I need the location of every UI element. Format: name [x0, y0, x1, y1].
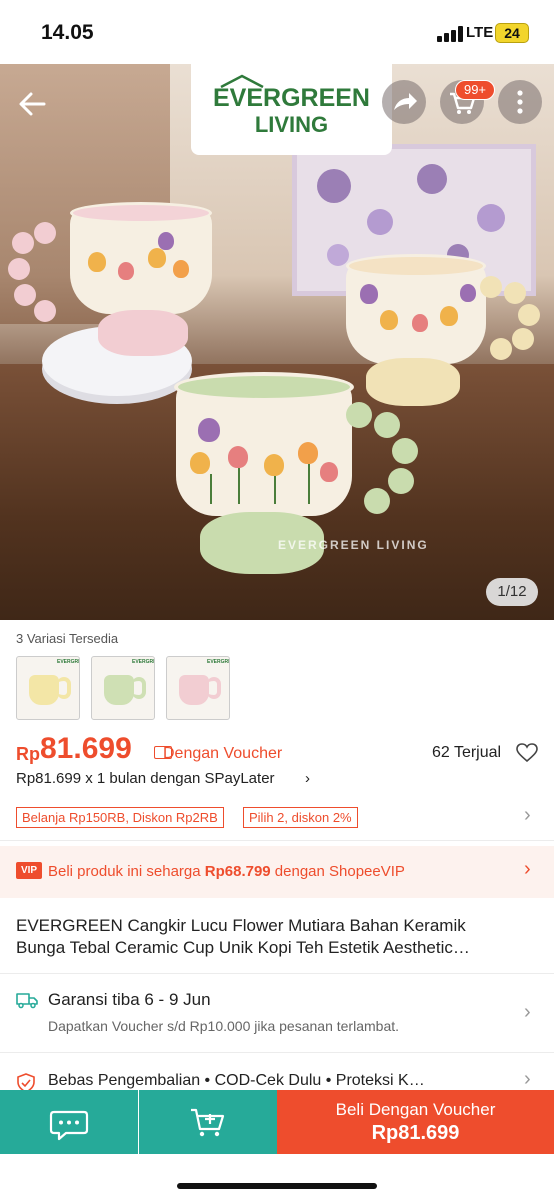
share-button[interactable] [382, 80, 426, 124]
truck-icon [16, 993, 38, 1009]
add-to-cart-button[interactable] [139, 1090, 277, 1154]
promo-tag-2[interactable]: Pilih 2, diskon 2% [243, 807, 358, 828]
chevron-right-icon: › [524, 858, 531, 880]
thumb-mug [179, 675, 209, 705]
brand-name-line2: LIVING [254, 112, 329, 137]
cart-count-badge: 99+ [455, 80, 495, 100]
shopee-vip-banner[interactable]: VIP Beli produk ini seharga Rp68.799 den… [0, 846, 554, 898]
add-cart-icon [191, 1108, 225, 1137]
thumb-logo: EVERGREEN [207, 659, 229, 665]
status-bar: 14.05 LTE 24 [0, 0, 554, 64]
vip-price: Rp68.799 [204, 863, 271, 880]
chevron-right-icon[interactable]: › [524, 804, 531, 827]
product-title-line2: Bunga Tebal Ceramic Cup Unik Kopi Teh Es… [16, 938, 470, 957]
vip-badge: VIP [16, 862, 42, 879]
price-currency: Rp [16, 744, 40, 764]
buy-price: Rp81.699 [371, 1122, 460, 1144]
brand-logo: EVERGREEN LIVING [191, 64, 392, 155]
product-image-carousel[interactable]: EVERGREEN LIVING EVERGREEN LIVING 99+ 1/… [0, 64, 554, 620]
status-time: 14.05 [41, 21, 94, 44]
more-menu-button[interactable] [498, 80, 542, 124]
thumb-handle [57, 677, 71, 699]
buy-label: Beli Dengan Voucher [335, 1100, 496, 1119]
vip-text: Beli produk ini seharga Rp68.799 dengan … [48, 863, 405, 880]
battery-icon: 24 [495, 23, 529, 43]
service-benefits[interactable]: Bebas Pengembalian • COD-Cek Dulu • Prot… [48, 1072, 518, 1090]
chevron-right-icon[interactable]: › [524, 1001, 531, 1024]
chevron-right-icon[interactable]: › [524, 1068, 531, 1091]
price-value: 81.699 [40, 732, 132, 765]
image-counter: 1/12 [486, 578, 538, 606]
chat-icon [49, 1110, 89, 1141]
variant-thumb-pink[interactable]: EVERGREEN [166, 656, 230, 720]
back-arrow-icon[interactable] [14, 86, 50, 122]
thumb-mug [29, 675, 59, 705]
divider [0, 973, 554, 974]
variant-thumb-yellow[interactable]: EVERGREEN [16, 656, 80, 720]
green-mug [170, 372, 440, 592]
chevron-right-icon: › [305, 770, 310, 787]
heart-icon[interactable] [516, 743, 538, 763]
bottom-action-bar: Beli Dengan Voucher Rp81.699 [0, 1090, 554, 1154]
variant-thumb-green[interactable]: EVERGREEN [91, 656, 155, 720]
product-title-line1: EVERGREEN Cangkir Lucu Flower Mutiara Ba… [16, 916, 466, 935]
thumb-logo: EVERGREEN [132, 659, 154, 665]
chat-button[interactable] [0, 1090, 138, 1154]
more-vertical-icon [517, 90, 523, 114]
voucher-label: Dengan Voucher [163, 745, 283, 762]
vip-text-after: dengan ShopeeVIP [270, 863, 405, 880]
image-watermark: EVERGREEN LIVING [278, 538, 429, 552]
variants-label: 3 Variasi Tersedia [16, 631, 119, 646]
pink-mug [8, 202, 218, 372]
home-indicator [177, 1183, 377, 1189]
thumb-mug [104, 675, 134, 705]
promo-tag-1[interactable]: Belanja Rp150RB, Diskon Rp2RB [16, 807, 224, 828]
thumb-handle [132, 677, 146, 699]
share-icon [394, 93, 417, 110]
spaylater-info[interactable]: Rp81.699 x 1 bulan dengan SPayLater [16, 770, 275, 787]
sold-count: 62 Terjual [432, 744, 502, 761]
thumb-logo: EVERGREEN [57, 659, 79, 665]
divider [0, 840, 554, 841]
buy-with-voucher-button[interactable]: Beli Dengan Voucher Rp81.699 [277, 1090, 554, 1154]
network-label: LTE [466, 24, 494, 41]
product-title: EVERGREEN Cangkir Lucu Flower Mutiara Ba… [16, 915, 536, 959]
divider [0, 1052, 554, 1053]
thumb-handle [207, 677, 221, 699]
shipping-voucher-note: Dapatkan Voucher s/d Rp10.000 jika pesan… [48, 1018, 400, 1034]
brand-name-line1: EVERGREEN [213, 84, 370, 112]
signal-icon [437, 26, 463, 42]
vip-text-before: Beli produk ini seharga [48, 863, 205, 880]
shipping-guarantee[interactable]: Garansi tiba 6 - 9 Jun [48, 990, 211, 1010]
